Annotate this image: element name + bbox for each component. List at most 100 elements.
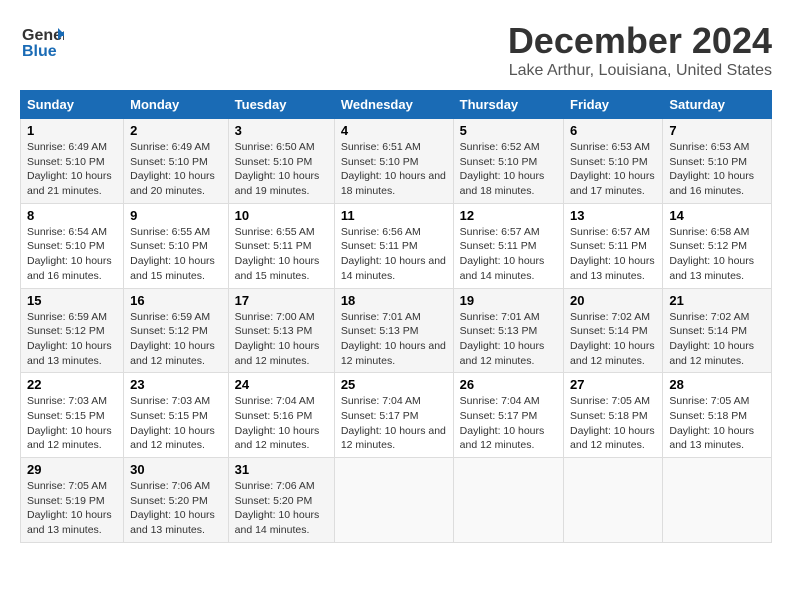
calendar-cell: 17 Sunrise: 7:00 AM Sunset: 5:13 PM Dayl… [228, 288, 334, 373]
header-saturday: Saturday [663, 91, 772, 119]
day-info: Sunrise: 6:53 AM Sunset: 5:10 PM Dayligh… [570, 140, 656, 199]
calendar-cell: 1 Sunrise: 6:49 AM Sunset: 5:10 PM Dayli… [21, 119, 124, 204]
day-info: Sunrise: 7:02 AM Sunset: 5:14 PM Dayligh… [570, 310, 656, 369]
calendar-cell: 22 Sunrise: 7:03 AM Sunset: 5:15 PM Dayl… [21, 373, 124, 458]
calendar-week-row: 1 Sunrise: 6:49 AM Sunset: 5:10 PM Dayli… [21, 119, 772, 204]
calendar-cell: 16 Sunrise: 6:59 AM Sunset: 5:12 PM Dayl… [124, 288, 229, 373]
calendar-cell: 23 Sunrise: 7:03 AM Sunset: 5:15 PM Dayl… [124, 373, 229, 458]
calendar-cell: 24 Sunrise: 7:04 AM Sunset: 5:16 PM Dayl… [228, 373, 334, 458]
day-number: 6 [570, 123, 656, 138]
page-title: December 2024 [508, 20, 772, 62]
calendar-cell [453, 458, 563, 543]
day-info: Sunrise: 6:50 AM Sunset: 5:10 PM Dayligh… [235, 140, 328, 199]
day-info: Sunrise: 7:02 AM Sunset: 5:14 PM Dayligh… [669, 310, 765, 369]
day-info: Sunrise: 7:01 AM Sunset: 5:13 PM Dayligh… [341, 310, 447, 369]
day-info: Sunrise: 6:51 AM Sunset: 5:10 PM Dayligh… [341, 140, 447, 199]
day-number: 22 [27, 377, 117, 392]
day-info: Sunrise: 6:57 AM Sunset: 5:11 PM Dayligh… [570, 225, 656, 284]
day-number: 24 [235, 377, 328, 392]
header-wednesday: Wednesday [334, 91, 453, 119]
day-info: Sunrise: 6:55 AM Sunset: 5:11 PM Dayligh… [235, 225, 328, 284]
day-number: 17 [235, 293, 328, 308]
day-info: Sunrise: 7:01 AM Sunset: 5:13 PM Dayligh… [460, 310, 557, 369]
header-friday: Friday [564, 91, 663, 119]
day-info: Sunrise: 7:04 AM Sunset: 5:17 PM Dayligh… [460, 394, 557, 453]
day-number: 27 [570, 377, 656, 392]
day-info: Sunrise: 7:05 AM Sunset: 5:18 PM Dayligh… [669, 394, 765, 453]
calendar-cell [564, 458, 663, 543]
day-number: 13 [570, 208, 656, 223]
day-number: 12 [460, 208, 557, 223]
day-info: Sunrise: 7:04 AM Sunset: 5:16 PM Dayligh… [235, 394, 328, 453]
calendar-week-row: 22 Sunrise: 7:03 AM Sunset: 5:15 PM Dayl… [21, 373, 772, 458]
day-number: 9 [130, 208, 222, 223]
calendar-cell: 13 Sunrise: 6:57 AM Sunset: 5:11 PM Dayl… [564, 203, 663, 288]
day-number: 14 [669, 208, 765, 223]
calendar-cell: 26 Sunrise: 7:04 AM Sunset: 5:17 PM Dayl… [453, 373, 563, 458]
day-number: 28 [669, 377, 765, 392]
svg-text:General: General [22, 27, 64, 44]
page-header: General Blue December 2024 Lake Arthur, … [20, 20, 772, 80]
calendar-cell: 6 Sunrise: 6:53 AM Sunset: 5:10 PM Dayli… [564, 119, 663, 204]
header-thursday: Thursday [453, 91, 563, 119]
calendar-cell [663, 458, 772, 543]
calendar-cell: 8 Sunrise: 6:54 AM Sunset: 5:10 PM Dayli… [21, 203, 124, 288]
calendar-cell: 21 Sunrise: 7:02 AM Sunset: 5:14 PM Dayl… [663, 288, 772, 373]
calendar-cell: 2 Sunrise: 6:49 AM Sunset: 5:10 PM Dayli… [124, 119, 229, 204]
day-info: Sunrise: 7:03 AM Sunset: 5:15 PM Dayligh… [27, 394, 117, 453]
day-info: Sunrise: 6:59 AM Sunset: 5:12 PM Dayligh… [130, 310, 222, 369]
day-number: 29 [27, 462, 117, 477]
day-number: 8 [27, 208, 117, 223]
calendar-cell: 3 Sunrise: 6:50 AM Sunset: 5:10 PM Dayli… [228, 119, 334, 204]
calendar-cell [334, 458, 453, 543]
day-number: 21 [669, 293, 765, 308]
day-number: 4 [341, 123, 447, 138]
calendar-week-row: 8 Sunrise: 6:54 AM Sunset: 5:10 PM Dayli… [21, 203, 772, 288]
day-number: 16 [130, 293, 222, 308]
calendar-cell: 28 Sunrise: 7:05 AM Sunset: 5:18 PM Dayl… [663, 373, 772, 458]
svg-text:Blue: Blue [22, 43, 57, 60]
calendar-table: SundayMondayTuesdayWednesdayThursdayFrid… [20, 90, 772, 543]
day-info: Sunrise: 7:03 AM Sunset: 5:15 PM Dayligh… [130, 394, 222, 453]
day-number: 1 [27, 123, 117, 138]
day-number: 18 [341, 293, 447, 308]
day-info: Sunrise: 6:54 AM Sunset: 5:10 PM Dayligh… [27, 225, 117, 284]
logo-icon: General Blue [20, 20, 64, 64]
header-sunday: Sunday [21, 91, 124, 119]
day-info: Sunrise: 6:58 AM Sunset: 5:12 PM Dayligh… [669, 225, 765, 284]
day-number: 5 [460, 123, 557, 138]
day-info: Sunrise: 6:49 AM Sunset: 5:10 PM Dayligh… [130, 140, 222, 199]
day-number: 25 [341, 377, 447, 392]
day-number: 31 [235, 462, 328, 477]
day-info: Sunrise: 6:53 AM Sunset: 5:10 PM Dayligh… [669, 140, 765, 199]
day-info: Sunrise: 7:06 AM Sunset: 5:20 PM Dayligh… [235, 479, 328, 538]
calendar-cell: 25 Sunrise: 7:04 AM Sunset: 5:17 PM Dayl… [334, 373, 453, 458]
title-block: December 2024 Lake Arthur, Louisiana, Un… [508, 20, 772, 80]
day-number: 15 [27, 293, 117, 308]
calendar-cell: 30 Sunrise: 7:06 AM Sunset: 5:20 PM Dayl… [124, 458, 229, 543]
day-info: Sunrise: 7:00 AM Sunset: 5:13 PM Dayligh… [235, 310, 328, 369]
calendar-cell: 12 Sunrise: 6:57 AM Sunset: 5:11 PM Dayl… [453, 203, 563, 288]
calendar-cell: 19 Sunrise: 7:01 AM Sunset: 5:13 PM Dayl… [453, 288, 563, 373]
day-number: 11 [341, 208, 447, 223]
calendar-cell: 9 Sunrise: 6:55 AM Sunset: 5:10 PM Dayli… [124, 203, 229, 288]
calendar-cell: 10 Sunrise: 6:55 AM Sunset: 5:11 PM Dayl… [228, 203, 334, 288]
day-info: Sunrise: 6:59 AM Sunset: 5:12 PM Dayligh… [27, 310, 117, 369]
day-info: Sunrise: 6:56 AM Sunset: 5:11 PM Dayligh… [341, 225, 447, 284]
calendar-cell: 11 Sunrise: 6:56 AM Sunset: 5:11 PM Dayl… [334, 203, 453, 288]
calendar-cell: 31 Sunrise: 7:06 AM Sunset: 5:20 PM Dayl… [228, 458, 334, 543]
day-number: 3 [235, 123, 328, 138]
day-number: 19 [460, 293, 557, 308]
calendar-cell: 14 Sunrise: 6:58 AM Sunset: 5:12 PM Dayl… [663, 203, 772, 288]
day-info: Sunrise: 7:05 AM Sunset: 5:19 PM Dayligh… [27, 479, 117, 538]
calendar-week-row: 29 Sunrise: 7:05 AM Sunset: 5:19 PM Dayl… [21, 458, 772, 543]
header-monday: Monday [124, 91, 229, 119]
calendar-cell: 15 Sunrise: 6:59 AM Sunset: 5:12 PM Dayl… [21, 288, 124, 373]
day-number: 26 [460, 377, 557, 392]
header-tuesday: Tuesday [228, 91, 334, 119]
calendar-cell: 4 Sunrise: 6:51 AM Sunset: 5:10 PM Dayli… [334, 119, 453, 204]
calendar-week-row: 15 Sunrise: 6:59 AM Sunset: 5:12 PM Dayl… [21, 288, 772, 373]
day-number: 30 [130, 462, 222, 477]
calendar-cell: 27 Sunrise: 7:05 AM Sunset: 5:18 PM Dayl… [564, 373, 663, 458]
day-info: Sunrise: 7:04 AM Sunset: 5:17 PM Dayligh… [341, 394, 447, 453]
